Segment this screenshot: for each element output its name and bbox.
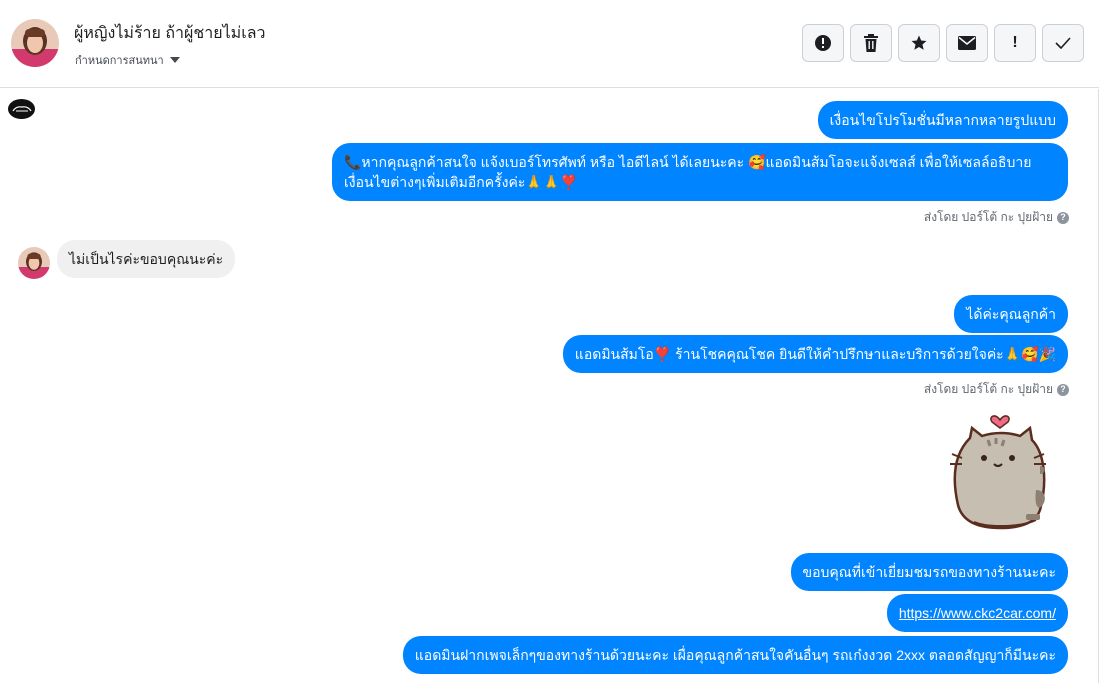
caret-down-icon (169, 57, 180, 63)
check-icon (1055, 37, 1071, 49)
contact-avatar-small[interactable] (18, 247, 50, 279)
cat-sticker (944, 410, 1072, 535)
message-outgoing: ได้ค่ะคุณลูกค้า (954, 295, 1068, 333)
car-logo-icon (11, 106, 32, 112)
sent-by-label: ส่งโดย ปอร์โต้ กะ ปุยฝ้าย ? (924, 208, 1069, 227)
mark-done-button[interactable] (1042, 24, 1084, 62)
sent-by-text: ส่งโดย ปอร์โต้ กะ ปุยฝ้าย (923, 210, 1053, 224)
contact-name: ผู้หญิงไม่ร้าย ถ้าผู้ชายไม่เลว (74, 25, 266, 42)
message-outgoing: แอดมินฝากเพจเล็กๆของทางร้านด้วยนะคะ เผื่… (402, 636, 1068, 674)
mark-unread-button[interactable] (946, 24, 988, 62)
sent-by-label: ส่งโดย ปอร์โต้ กะ ปุยฝ้าย ? (924, 380, 1069, 399)
follow-up-button[interactable]: ! (994, 24, 1036, 62)
contact-avatar[interactable] (11, 19, 59, 67)
delete-button[interactable] (850, 24, 892, 62)
help-icon[interactable]: ? (1057, 211, 1069, 224)
message-outgoing: ขอบคุณที่เข้าเยี่ยมชมรถของทางร้านนะคะ (790, 553, 1068, 591)
message-incoming: ไม่เป็นไรค่ะขอบคุณนะค่ะ (57, 240, 236, 278)
page-logo-avatar[interactable] (8, 99, 35, 119)
sent-by-text: ส่งโดย ปอร์โต้ กะ ปุยฝ้าย (923, 382, 1053, 396)
conversation-header: ผู้หญิงไม่ร้าย ถ้าผู้ชายไม่เลว กำหนดการส… (0, 0, 1099, 88)
message-outgoing: แอดมินส้มโอ❣️ ร้านโชคคุณโชค ยินดีให้คำปร… (562, 335, 1068, 373)
report-spam-button[interactable] (802, 24, 844, 62)
assign-label: กำหนดการสนทนา (75, 55, 164, 67)
message-outgoing: 📞หากคุณลูกค้าสนใจ แจ้งเบอร์โทรศัพท์ หรือ… (332, 143, 1068, 201)
website-link[interactable]: https://www.ckc2car.com/ (899, 605, 1056, 621)
message-outgoing-link: https://www.ckc2car.com/ (886, 594, 1068, 632)
star-button[interactable] (898, 24, 940, 62)
trash-icon (864, 34, 878, 52)
action-toolbar: ! (802, 24, 1084, 62)
assign-conversation-dropdown[interactable]: กำหนดการสนทนา (75, 51, 180, 69)
help-icon[interactable]: ? (1057, 383, 1069, 396)
star-icon (911, 35, 927, 50)
exclamation-icon: ! (1012, 34, 1018, 51)
envelope-icon (958, 36, 976, 50)
message-outgoing: เงื่อนไขโปรโมชั่นมีหลากหลายรูปแบบ (817, 101, 1068, 139)
exclamation-circle-icon (815, 35, 831, 51)
